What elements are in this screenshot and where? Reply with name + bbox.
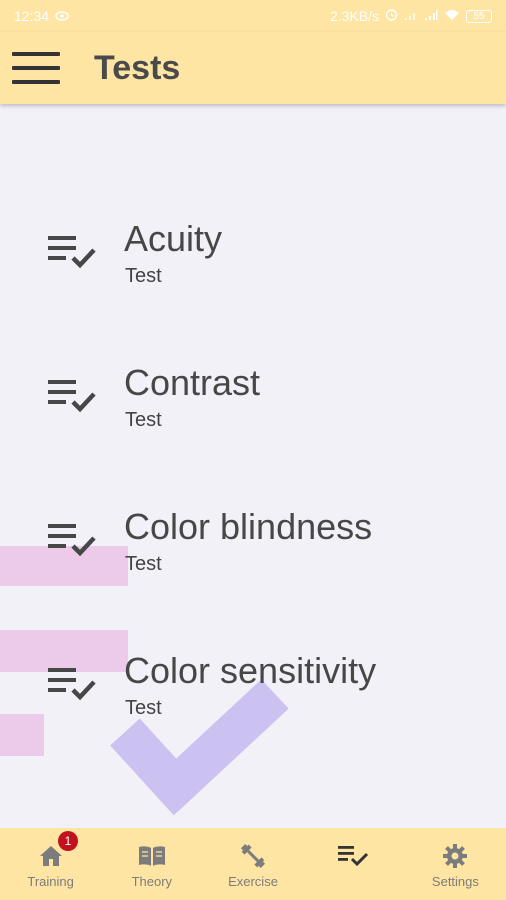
- bottom-nav: 1 Training Theory Exercise Settings: [0, 828, 506, 900]
- page-title: Tests: [94, 49, 181, 87]
- test-subtitle: Test: [125, 553, 162, 575]
- notification-badge: 1: [58, 831, 78, 851]
- list-item-color-sensitivity[interactable]: Color sensitivity Test: [0, 650, 506, 760]
- battery-icon: 55: [466, 9, 492, 23]
- hamburger-menu-icon[interactable]: [12, 52, 60, 84]
- net-speed: 2.3KB/s: [329, 8, 379, 24]
- test-title: Color sensitivity: [124, 650, 377, 691]
- app-bar: Tests: [0, 32, 506, 104]
- list-item-color-blindness[interactable]: Color blindness Test: [0, 506, 506, 616]
- checklist-icon: [48, 378, 100, 418]
- dumbbell-icon: [239, 842, 267, 870]
- book-icon: [137, 842, 167, 870]
- checklist-icon: [48, 666, 100, 706]
- checklist-icon: [338, 842, 370, 870]
- signal-icon: [404, 8, 418, 24]
- test-title: Acuity: [124, 218, 223, 259]
- status-time: 12:34: [14, 8, 50, 24]
- nav-label: Training: [27, 874, 74, 889]
- nav-training[interactable]: 1 Training: [0, 828, 101, 900]
- nav-label: Settings: [431, 874, 479, 889]
- battery-level: 55: [473, 10, 485, 22]
- alarm-icon: [385, 8, 398, 24]
- list-item-contrast[interactable]: Contrast Test: [0, 362, 506, 472]
- wifi-icon: [444, 8, 460, 24]
- nav-settings[interactable]: Settings: [405, 828, 506, 900]
- test-subtitle: Test: [125, 265, 162, 287]
- eye-icon: [55, 8, 69, 24]
- checklist-icon: [48, 234, 100, 274]
- signal-icon: [424, 8, 438, 24]
- list-item-acuity[interactable]: Acuity Test: [0, 218, 506, 328]
- test-subtitle: Test: [125, 697, 162, 719]
- nav-label: Theory: [131, 874, 173, 889]
- checklist-icon: [48, 522, 100, 562]
- nav-exercise[interactable]: Exercise: [202, 828, 303, 900]
- test-subtitle: Test: [125, 409, 162, 431]
- gear-icon: [442, 842, 468, 870]
- test-title: Color blindness: [124, 506, 373, 547]
- nav-theory[interactable]: Theory: [101, 828, 202, 900]
- test-title: Contrast: [124, 362, 261, 403]
- nav-label: Exercise: [228, 874, 278, 889]
- status-bar: 12:34 2.3KB/s 55: [0, 0, 506, 32]
- nav-tests[interactable]: [304, 828, 405, 900]
